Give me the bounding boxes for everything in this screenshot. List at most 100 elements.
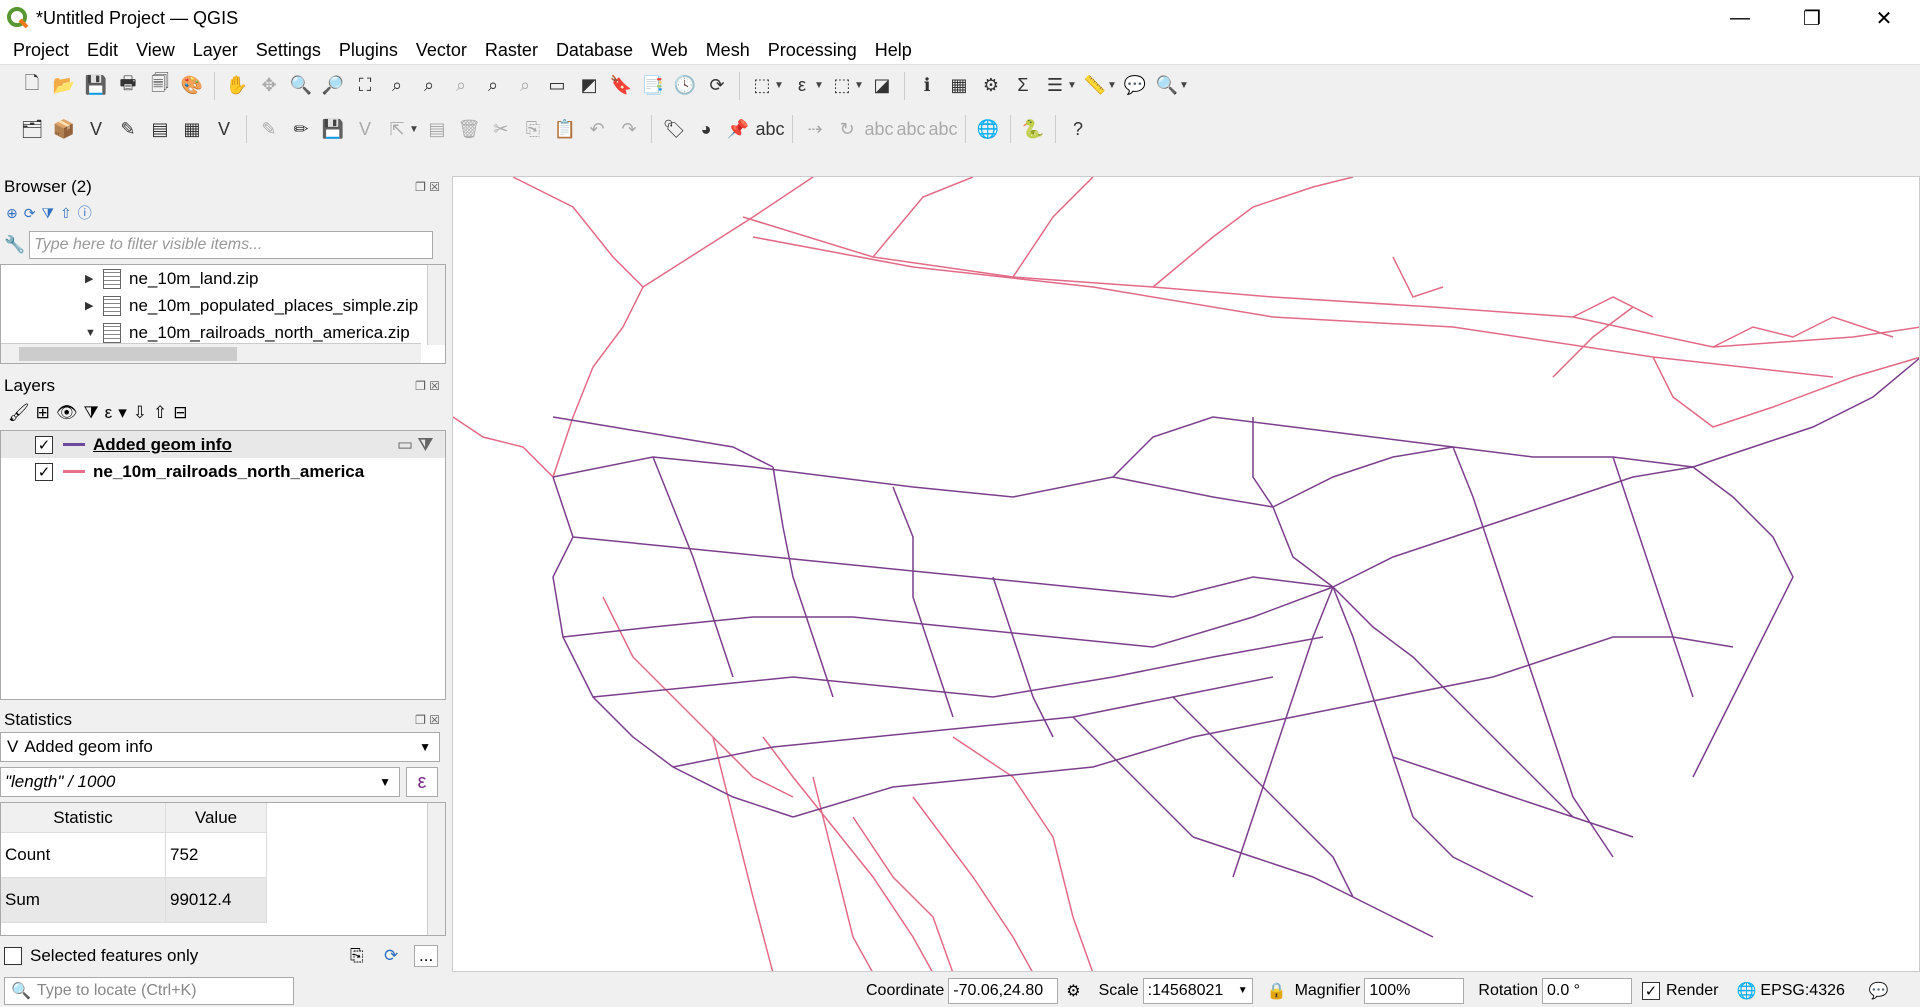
dock-close-icon[interactable]: ❐ ☒ [415, 713, 440, 727]
minimize-button[interactable]: — [1704, 0, 1776, 36]
tree-item[interactable]: ▶ ne_10m_populated_places_simple.zip [1, 292, 421, 319]
map-canvas[interactable] [452, 176, 1920, 972]
copy-icon[interactable]: ⎘ [350, 946, 364, 966]
add-selected-icon[interactable]: ⊕ [6, 205, 18, 222]
render-checkbox[interactable]: ✓ [1641, 981, 1660, 1000]
menu-help[interactable]: Help [866, 40, 921, 61]
show-hide-labels-icon[interactable]: abc [755, 115, 784, 143]
zoom-out-icon[interactable]: 🔎 [319, 72, 347, 100]
menu-plugins[interactable]: Plugins [330, 40, 407, 61]
column-header[interactable]: Value [166, 803, 267, 833]
style-manager-icon[interactable]: 🎨 [178, 72, 206, 100]
temporal-controller-icon[interactable]: 🕓 [671, 72, 699, 100]
zoom-native-icon[interactable]: ⌕ [447, 72, 475, 100]
pan-to-selection-icon[interactable]: ✥ [255, 72, 283, 100]
restore-button[interactable]: ❐ [1776, 0, 1848, 36]
lock-scale-icon[interactable]: 🔒 [1267, 981, 1287, 1001]
locate-icon[interactable]: 🔍 [1153, 72, 1181, 100]
tree-item[interactable]: ▼ ne_10m_railroads_north_america.zip [1, 319, 421, 346]
magnifier-spinbox[interactable]: 100% [1364, 977, 1465, 1004]
redo-icon[interactable]: ↷ [615, 115, 643, 143]
add-raster-icon[interactable]: ▤ [146, 115, 174, 143]
filter-legend-icon[interactable]: ⧩ [83, 403, 98, 423]
menu-vector[interactable]: Vector [407, 40, 476, 61]
refresh-icon[interactable]: ⟳ [24, 205, 36, 222]
statistical-summary-icon[interactable]: Σ [1009, 72, 1037, 100]
label-property-icon[interactable]: abc [896, 115, 925, 143]
selected-only-checkbox[interactable] [4, 947, 22, 965]
add-virtual-layer-icon[interactable]: ▦ [178, 115, 206, 143]
python-console-icon[interactable]: 🐍 [1019, 115, 1047, 143]
browser-filter-input[interactable]: Type here to filter visible items... [29, 231, 434, 259]
save-edits-icon[interactable]: 💾 [319, 115, 347, 143]
new-shapefile-layer-icon[interactable]: V [82, 115, 110, 143]
menu-web[interactable]: Web [642, 40, 697, 61]
zoom-selection-icon[interactable]: ⌕ [383, 72, 411, 100]
menu-edit[interactable]: Edit [78, 40, 127, 61]
close-button[interactable]: ✕ [1848, 0, 1920, 36]
save-project-icon[interactable]: 💾 [82, 72, 110, 100]
chevron-down-icon[interactable]: ▼ [1238, 985, 1248, 996]
new-3d-view-icon[interactable]: ◩ [575, 72, 603, 100]
expand-arrow-icon[interactable]: ▶ [85, 299, 103, 312]
refresh-icon[interactable]: ⟳ [703, 72, 731, 100]
column-header[interactable]: Statistic [1, 803, 166, 833]
dock-close-icon[interactable]: ❐ ☒ [415, 379, 440, 393]
chevron-down-icon[interactable]: ▼ [1107, 80, 1119, 91]
chevron-down-icon[interactable]: ▼ [854, 80, 866, 91]
more-options-button[interactable]: ... [414, 945, 439, 967]
undo-icon[interactable]: ↶ [583, 115, 611, 143]
new-print-layout-icon[interactable]: 🖶 [114, 72, 142, 100]
tree-item[interactable]: ▶ ne_10m_land.zip [1, 265, 421, 292]
dock-close-icon[interactable]: ❐ ☒ [415, 180, 440, 194]
scale-combo[interactable]: :14568021 ▼ [1142, 977, 1253, 1004]
remove-layer-icon[interactable]: ⊟ [173, 403, 187, 423]
zoom-in-icon[interactable]: 🔍 [287, 72, 315, 100]
label-misc-icon[interactable]: abc [928, 115, 957, 143]
show-bookmarks-icon[interactable]: 📑 [639, 72, 667, 100]
chevron-down-icon[interactable]: ▼ [409, 124, 421, 135]
change-label-icon[interactable]: abc [864, 115, 893, 143]
crs-button[interactable]: EPSG:4326 [1760, 982, 1845, 1000]
collapse-all-icon[interactable]: ⇧ [153, 403, 167, 423]
locator-input[interactable]: 🔍 Type to locate (Ctrl+K) [4, 976, 294, 1005]
extents-toggle-icon[interactable]: ⚙ [1066, 981, 1080, 1001]
pan-icon[interactable]: ✋ [223, 72, 251, 100]
new-project-icon[interactable]: 🗋 [18, 72, 46, 100]
expand-all-icon[interactable]: ⇩ [133, 403, 147, 423]
menu-raster[interactable]: Raster [476, 40, 547, 61]
collapse-all-icon[interactable]: ⇧ [60, 205, 72, 222]
layer-item[interactable]: ✓ ne_10m_railroads_north_america [1, 458, 445, 485]
statistics-vertical-scrollbar[interactable] [427, 803, 445, 935]
zoom-last-icon[interactable]: ⌕ [479, 72, 507, 100]
move-label-icon[interactable]: ⇢ [801, 115, 829, 143]
menu-database[interactable]: Database [547, 40, 642, 61]
menu-processing[interactable]: Processing [759, 40, 866, 61]
messages-icon[interactable]: 💬 [1869, 981, 1889, 1001]
manage-themes-icon[interactable]: 👁 [56, 403, 78, 423]
refresh-icon[interactable]: ⟳ [384, 946, 398, 966]
chevron-down-icon[interactable]: ▼ [379, 775, 391, 789]
menu-mesh[interactable]: Mesh [697, 40, 759, 61]
new-temp-layer-icon[interactable]: ✎ [114, 115, 142, 143]
menu-settings[interactable]: Settings [247, 40, 330, 61]
identify-features-icon[interactable]: ℹ [913, 72, 941, 100]
current-edits-icon[interactable]: ✎ [255, 115, 283, 143]
layer-checkbox[interactable]: ✓ [35, 462, 53, 481]
cut-features-icon[interactable]: ✂ [487, 115, 515, 143]
label-toolbar-icon[interactable]: 🏷 [660, 115, 688, 143]
diagram-icon[interactable]: ◕ [692, 115, 720, 143]
statistics-expression-input[interactable]: "length" / 1000 ▼ [0, 767, 400, 797]
add-group-icon[interactable]: ⊞ [36, 403, 50, 423]
expression-builder-button[interactable]: ε [406, 767, 438, 797]
browser-vertical-scrollbar[interactable] [427, 265, 445, 345]
info-icon[interactable]: ⓘ [78, 203, 92, 223]
chevron-down-icon[interactable]: ▼ [419, 740, 431, 754]
menu-view[interactable]: View [127, 40, 184, 61]
zoom-next-icon[interactable]: ⌕ [511, 72, 539, 100]
layer-indicator-icon[interactable]: ▭ ⧩ [397, 435, 433, 455]
collapse-arrow-icon[interactable]: ▼ [85, 327, 103, 339]
filter-options-icon[interactable]: 🔧 [4, 235, 25, 255]
attribute-table-icon[interactable]: ▦ [945, 72, 973, 100]
select-location-icon[interactable]: ◪ [868, 72, 896, 100]
